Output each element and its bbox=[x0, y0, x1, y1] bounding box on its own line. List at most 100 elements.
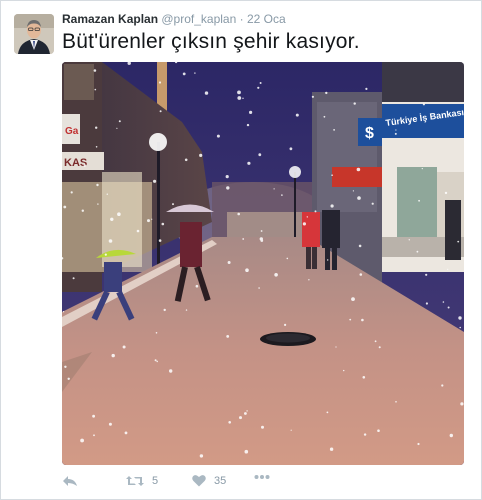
snowflake bbox=[237, 90, 241, 95]
snowflake bbox=[108, 422, 112, 426]
header-separator: · bbox=[239, 12, 244, 26]
snowflake bbox=[327, 259, 329, 261]
snowflake bbox=[325, 91, 328, 95]
author-name[interactable]: Ramazan Kaplan bbox=[62, 12, 158, 26]
snowflake bbox=[258, 287, 260, 289]
snowflake bbox=[226, 335, 230, 338]
snowflake bbox=[284, 323, 287, 326]
heart-icon bbox=[192, 474, 206, 487]
reply-icon bbox=[62, 474, 78, 488]
snowflake bbox=[377, 429, 380, 433]
snowflake bbox=[172, 203, 174, 206]
snowflake bbox=[185, 309, 188, 311]
snowflake bbox=[184, 158, 188, 162]
snowflake bbox=[356, 167, 361, 172]
snowflake bbox=[247, 161, 251, 165]
snowflake bbox=[323, 115, 326, 118]
snowy-street-photo: Ga KAS $ Türkiye İş Bankası bbox=[62, 62, 464, 465]
snowflake bbox=[286, 257, 289, 260]
snowflake bbox=[97, 203, 99, 205]
snowflake bbox=[353, 102, 356, 105]
reply-button[interactable] bbox=[62, 474, 78, 488]
snowflake bbox=[118, 120, 121, 123]
snowflake bbox=[331, 174, 333, 176]
snowflake bbox=[169, 369, 173, 373]
snowflake bbox=[151, 218, 153, 220]
tweet-actions: 5 35 bbox=[62, 474, 462, 492]
snowflake bbox=[182, 72, 186, 76]
retweet-count: 5 bbox=[152, 475, 159, 487]
snowflake bbox=[351, 297, 355, 301]
like-button[interactable]: 35 bbox=[192, 474, 226, 487]
snowflake bbox=[395, 129, 397, 131]
snowflake bbox=[326, 411, 329, 414]
snowflake bbox=[290, 429, 292, 431]
snowflake bbox=[425, 302, 428, 305]
snowflake bbox=[93, 69, 97, 72]
snowflake bbox=[117, 212, 121, 216]
snowflake bbox=[228, 421, 231, 424]
bank-symbol: $ bbox=[365, 125, 374, 142]
snowflake bbox=[104, 253, 107, 256]
snowflake bbox=[329, 447, 334, 451]
snowflake bbox=[111, 353, 115, 358]
snowflake bbox=[258, 153, 262, 157]
snowflake bbox=[260, 239, 264, 242]
snowflake bbox=[395, 401, 397, 403]
retweet-button[interactable]: 5 bbox=[126, 474, 158, 488]
snowflake bbox=[81, 209, 84, 212]
snowflake bbox=[136, 229, 140, 233]
snowflake bbox=[67, 377, 70, 380]
snowflake bbox=[122, 345, 126, 349]
snowflake bbox=[242, 238, 245, 240]
snowflake bbox=[161, 222, 165, 226]
snowflake bbox=[314, 210, 317, 213]
snowflake bbox=[333, 129, 335, 131]
snowflake bbox=[245, 268, 249, 272]
snowflake bbox=[357, 196, 361, 200]
snowflake bbox=[260, 230, 263, 232]
snowflake bbox=[239, 416, 242, 420]
snowflake bbox=[246, 123, 250, 127]
snowflake bbox=[335, 346, 337, 348]
snowflake bbox=[444, 191, 448, 195]
snowflake bbox=[204, 91, 209, 95]
snowflake bbox=[64, 365, 67, 368]
snowflake bbox=[159, 110, 162, 113]
snowflake bbox=[343, 369, 345, 372]
snowflake bbox=[308, 279, 310, 281]
snowflake bbox=[302, 222, 306, 226]
snowflake bbox=[358, 244, 362, 248]
snowflake bbox=[274, 273, 278, 277]
avatar[interactable] bbox=[14, 14, 54, 54]
snowflake bbox=[365, 87, 368, 90]
snowflake bbox=[194, 72, 196, 74]
snowflake bbox=[460, 402, 464, 406]
tweet-photo[interactable]: Ga KAS $ Türkiye İş Bankası bbox=[62, 62, 464, 465]
snowflake bbox=[295, 113, 299, 117]
snowflake bbox=[80, 438, 84, 443]
snowflake bbox=[249, 110, 253, 114]
snowflake bbox=[226, 186, 230, 190]
snowflake bbox=[289, 147, 293, 151]
snowflake bbox=[242, 97, 244, 99]
snowflake bbox=[227, 261, 231, 264]
shop-sign-left2: KAS bbox=[64, 157, 87, 169]
author-handle[interactable]: @prof_kaplan bbox=[161, 12, 236, 26]
snowflake bbox=[417, 442, 420, 446]
snowflake bbox=[421, 168, 423, 170]
snowflake bbox=[237, 96, 242, 100]
tweet-date[interactable]: 22 Oca bbox=[247, 12, 286, 26]
snowflake bbox=[330, 204, 334, 208]
tweet-text: Büt'ürenler çıksın şehir kasıyor. bbox=[62, 30, 360, 53]
snowflake bbox=[110, 217, 114, 221]
snowflake bbox=[124, 431, 128, 435]
snowflake bbox=[362, 376, 366, 379]
snowflake bbox=[106, 193, 108, 195]
snowflake bbox=[199, 153, 203, 157]
more-button[interactable] bbox=[254, 474, 270, 480]
tweet-header: Ramazan Kaplan @prof_kaplan · 22 Oca bbox=[62, 12, 286, 26]
snowflake bbox=[93, 434, 95, 437]
snowflake bbox=[378, 346, 381, 349]
snowflake bbox=[158, 239, 162, 242]
